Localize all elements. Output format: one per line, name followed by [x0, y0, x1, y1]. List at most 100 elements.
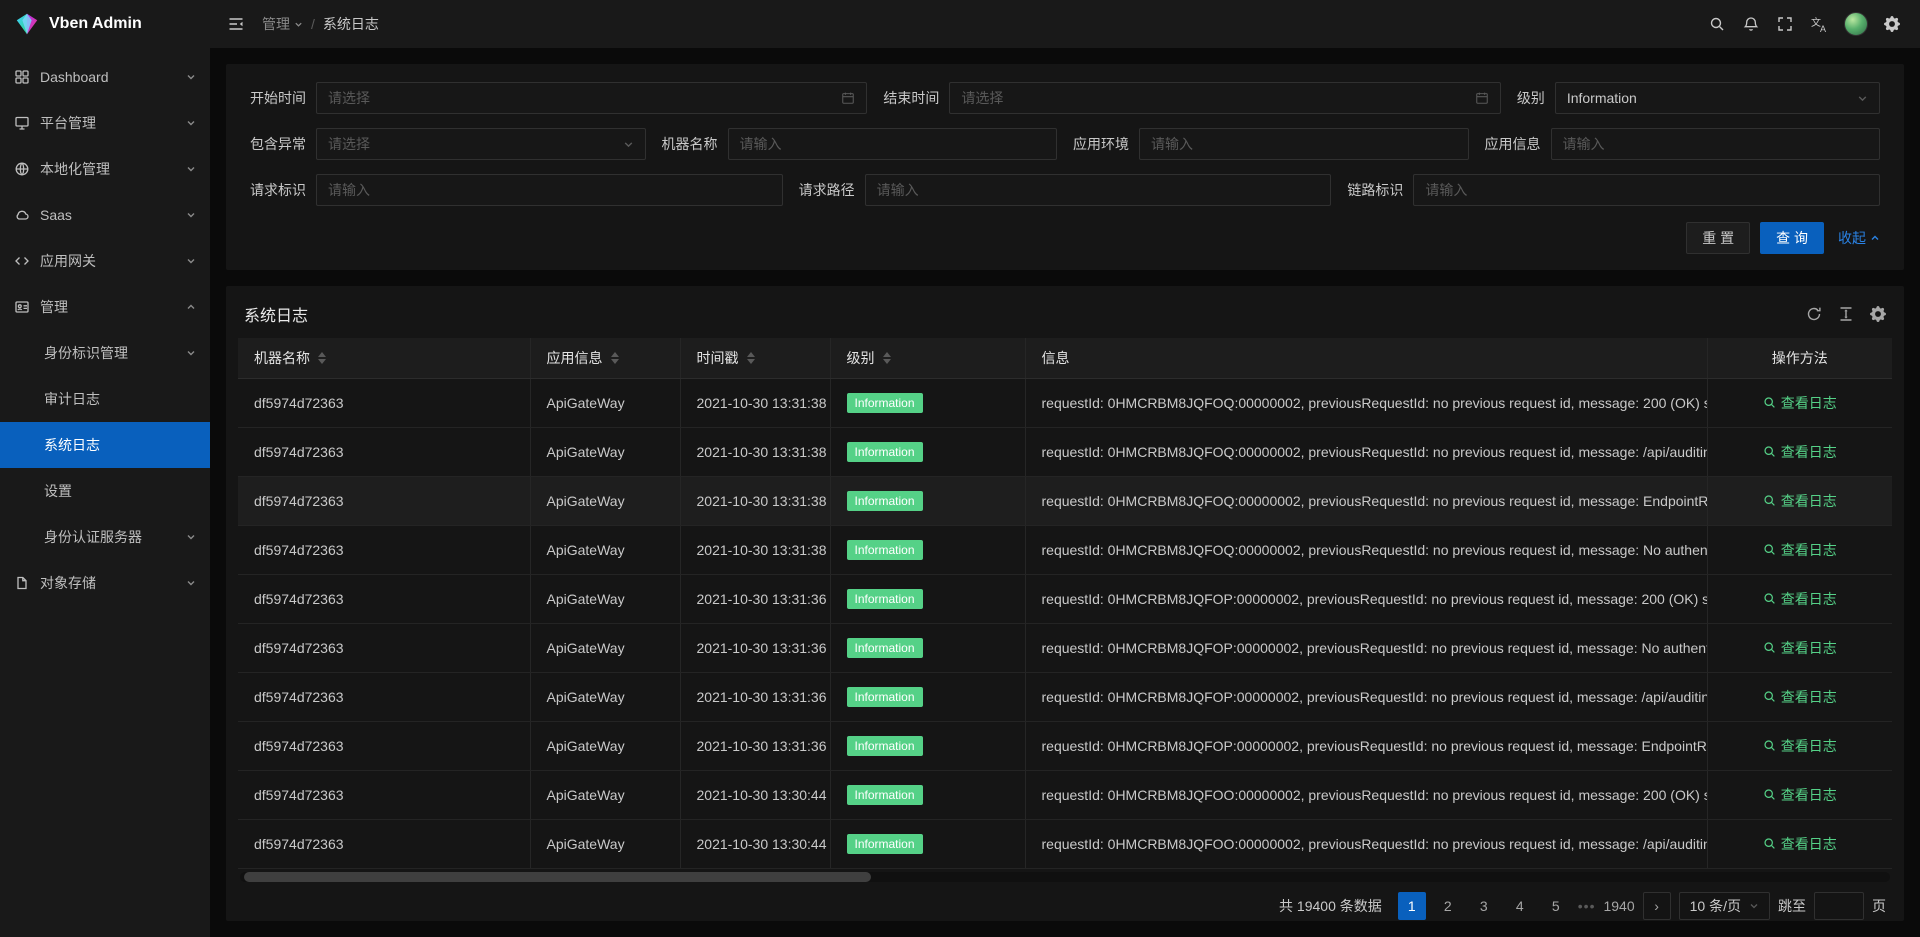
- view-log-link[interactable]: 查看日志: [1763, 638, 1837, 658]
- has-exception-select[interactable]: 请选择: [316, 128, 646, 160]
- sidebar-item-localization[interactable]: 本地化管理: [0, 146, 210, 192]
- has-exception-placeholder: 请选择: [328, 134, 615, 154]
- page-button-3[interactable]: 3: [1470, 892, 1498, 920]
- settings-icon[interactable]: [1870, 306, 1886, 322]
- end-time-input-inner[interactable]: [961, 90, 1466, 106]
- settings-icon[interactable]: [1878, 10, 1906, 38]
- column-header-machine[interactable]: 机器名称: [238, 338, 530, 378]
- reset-button[interactable]: 重 置: [1686, 222, 1750, 254]
- start-time-input-inner[interactable]: [328, 90, 833, 106]
- app-env-input-inner[interactable]: [1151, 136, 1457, 152]
- next-page-button[interactable]: ›: [1643, 892, 1671, 920]
- search-button[interactable]: 查 询: [1760, 222, 1824, 254]
- page-button-1[interactable]: 1: [1398, 892, 1426, 920]
- request-id-input-inner[interactable]: [328, 182, 771, 198]
- machine-name-input-inner[interactable]: [740, 136, 1046, 152]
- view-log-link[interactable]: 查看日志: [1763, 491, 1837, 511]
- search-icon[interactable]: [1703, 10, 1731, 38]
- field-app-info: 应用信息: [1485, 128, 1881, 160]
- column-header-level[interactable]: 级别: [830, 338, 1025, 378]
- field-label: 机器名称: [662, 134, 718, 154]
- view-log-link[interactable]: 查看日志: [1763, 785, 1837, 805]
- cell-machine: df5974d72363: [238, 476, 530, 525]
- view-log-link[interactable]: 查看日志: [1763, 393, 1837, 413]
- page-button-last[interactable]: 1940: [1603, 892, 1634, 920]
- view-log-link[interactable]: 查看日志: [1763, 834, 1837, 854]
- sidebar-item-audit-log[interactable]: 审计日志: [0, 376, 210, 422]
- pagination-ellipsis[interactable]: •••: [1578, 898, 1596, 914]
- scrollbar-thumb[interactable]: [244, 872, 871, 882]
- breadcrumb: 管理 / 系统日志: [262, 14, 379, 34]
- refresh-icon[interactable]: [1806, 306, 1822, 322]
- app-info-input[interactable]: [1551, 128, 1881, 160]
- fullscreen-icon[interactable]: [1771, 10, 1799, 38]
- column-header-time[interactable]: 时间戳: [680, 338, 830, 378]
- logo[interactable]: Vben Admin: [0, 0, 210, 48]
- column-height-icon[interactable]: [1838, 306, 1854, 322]
- cell-app: ApiGateWay: [530, 476, 680, 525]
- horizontal-scrollbar: [240, 872, 1890, 882]
- view-log-link[interactable]: 查看日志: [1763, 687, 1837, 707]
- cell-action: 查看日志: [1707, 476, 1892, 525]
- level-select[interactable]: Information: [1555, 82, 1880, 114]
- field-label: 应用环境: [1073, 134, 1129, 154]
- request-path-input[interactable]: [865, 174, 1332, 206]
- page-size-select[interactable]: 10 条/页: [1679, 892, 1770, 920]
- view-log-link[interactable]: 查看日志: [1763, 589, 1837, 609]
- trace-id-input[interactable]: [1413, 174, 1880, 206]
- cell-action: 查看日志: [1707, 623, 1892, 672]
- start-time-input[interactable]: [316, 82, 867, 114]
- cell-level: Information: [830, 476, 1025, 525]
- sidebar-item-dashboard[interactable]: Dashboard: [0, 54, 210, 100]
- chevron-down-icon: [1749, 901, 1759, 911]
- sidebar-item-platform[interactable]: 平台管理: [0, 100, 210, 146]
- field-label: 结束时间: [883, 88, 939, 108]
- page-button-2[interactable]: 2: [1434, 892, 1462, 920]
- chevron-down-icon: [186, 578, 196, 588]
- menu-fold-icon[interactable]: [224, 12, 248, 36]
- collapse-link[interactable]: 收起: [1838, 228, 1880, 248]
- cell-time: 2021-10-30 13:31:38: [680, 427, 830, 476]
- breadcrumb-parent[interactable]: 管理: [262, 14, 303, 34]
- machine-name-input[interactable]: [728, 128, 1058, 160]
- table-row: df5974d72363 ApiGateWay 2021-10-30 13:31…: [238, 378, 1892, 427]
- trace-id-input-inner[interactable]: [1425, 182, 1868, 198]
- sidebar-item-object-storage[interactable]: 对象存储: [0, 560, 210, 606]
- sidebar-item-saas[interactable]: Saas: [0, 192, 210, 238]
- pagination-jump: 跳至 页: [1778, 892, 1886, 920]
- view-log-link[interactable]: 查看日志: [1763, 442, 1837, 462]
- table-row: df5974d72363 ApiGateWay 2021-10-30 13:31…: [238, 672, 1892, 721]
- view-log-link[interactable]: 查看日志: [1763, 540, 1837, 560]
- request-path-input-inner[interactable]: [877, 182, 1320, 198]
- sidebar-item-gateway[interactable]: 应用网关: [0, 238, 210, 284]
- sidebar-item-identity-management[interactable]: 身份标识管理: [0, 330, 210, 376]
- page-button-5[interactable]: 5: [1542, 892, 1570, 920]
- level-badge: Information: [847, 687, 923, 707]
- sidebar-item-auth-server[interactable]: 身份认证服务器: [0, 514, 210, 560]
- app-info-input-inner[interactable]: [1563, 136, 1869, 152]
- chevron-down-icon: [186, 118, 196, 128]
- cell-machine: df5974d72363: [238, 672, 530, 721]
- sidebar-item-settings[interactable]: 设置: [0, 468, 210, 514]
- cell-machine: df5974d72363: [238, 378, 530, 427]
- chevron-down-icon: [186, 256, 196, 266]
- app-env-input[interactable]: [1139, 128, 1469, 160]
- sidebar: Vben Admin Dashboard 平台管理 本地化管理 Saas: [0, 0, 210, 937]
- jump-page-input[interactable]: [1814, 892, 1864, 920]
- sidebar-item-system-log[interactable]: 系统日志: [0, 422, 210, 468]
- cell-message: requestId: 0HMCRBM8JQFOP:00000002, previ…: [1025, 623, 1707, 672]
- sidebar-item-management[interactable]: 管理: [0, 284, 210, 330]
- column-header-app[interactable]: 应用信息: [530, 338, 680, 378]
- request-id-input[interactable]: [316, 174, 783, 206]
- cell-action: 查看日志: [1707, 525, 1892, 574]
- page-button-4[interactable]: 4: [1506, 892, 1534, 920]
- end-time-input[interactable]: [949, 82, 1500, 114]
- bell-icon[interactable]: [1737, 10, 1765, 38]
- magnifier-icon: [1763, 445, 1776, 458]
- chevron-down-icon: [186, 72, 196, 82]
- view-log-link[interactable]: 查看日志: [1763, 736, 1837, 756]
- avatar[interactable]: [1844, 12, 1868, 36]
- cell-machine: df5974d72363: [238, 819, 530, 868]
- table-row: df5974d72363 ApiGateWay 2021-10-30 13:31…: [238, 574, 1892, 623]
- translate-icon[interactable]: 文A: [1805, 10, 1834, 39]
